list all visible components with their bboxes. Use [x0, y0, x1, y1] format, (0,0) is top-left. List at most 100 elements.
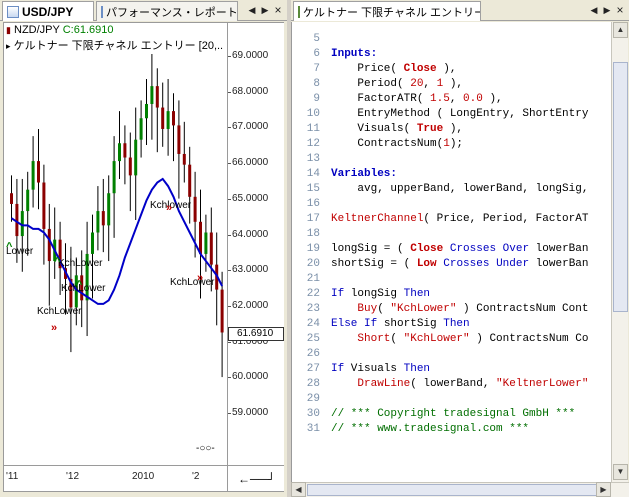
horizontal-scrollbar[interactable]: ◀ ▶: [291, 482, 629, 497]
x-tick-label: '2: [192, 471, 200, 482]
vertical-scrollbar[interactable]: ▲ ▼: [611, 22, 628, 482]
code-line[interactable]: // *** www.tradesignal.com ***: [331, 423, 529, 435]
scroll-down-icon[interactable]: ▼: [613, 464, 628, 480]
tab-close-icon[interactable]: ×: [272, 3, 284, 17]
price-chart[interactable]: Lower KchLower KchLower Kchlower KchLower Kch…: [3, 22, 228, 466]
candle-body: [47, 228, 51, 262]
signal-label: KchLower: [37, 306, 82, 317]
scroll-left-icon[interactable]: ◀: [291, 482, 306, 497]
candle-body: [155, 86, 159, 108]
candle-body: [209, 232, 213, 265]
code-line[interactable]: Price( Close ),: [331, 63, 456, 75]
line-number: 17: [306, 213, 320, 225]
candle-body: [193, 196, 197, 222]
code-line[interactable]: EntryMethod ( LongEntry, ShortEntry: [331, 108, 588, 120]
code-line[interactable]: KeltnerChannel( Price, Period, FactorAT: [331, 213, 588, 225]
symbol-label: NZD/JPY: [14, 24, 60, 36]
y-tick-mark: [228, 341, 231, 343]
y-tick-label: 60.0000: [232, 371, 269, 383]
candle-body: [10, 193, 13, 204]
scroll-right-icon[interactable]: ▶: [596, 482, 611, 497]
editor-pane: ケルトナー 下限チャネル エントリー ◀ ▶ × 5 6 7 8 9 10 11 12 13 14…: [291, 0, 629, 497]
code-line[interactable]: If longSig Then: [331, 288, 430, 300]
tab-prev-icon[interactable]: ◀: [246, 3, 258, 17]
tab-usdjpy[interactable]: USD/JPY: [2, 1, 94, 21]
code-line[interactable]: ContractsNum(1);: [331, 138, 463, 150]
scroll-up-icon[interactable]: ▲: [613, 22, 628, 38]
candle-body: [91, 232, 94, 254]
line-number: 6: [313, 48, 320, 60]
scroll-end-marker[interactable]: -○○-: [196, 443, 215, 454]
tab-keltner-editor[interactable]: ケルトナー 下限チャネル エントリー: [293, 1, 481, 21]
code-editor[interactable]: 5 6 7 8 9 10 11 12 13 14 15 16 17 18 19 20 21 22 23 24 25 26 2…: [291, 22, 611, 482]
code-line[interactable]: FactorATR( 1.5, 0.0 ),: [331, 93, 502, 105]
y-tick-label: 62.0000: [232, 299, 269, 311]
tab-keltner-editor-label: ケルトナー 下限チャネル エントリー: [303, 6, 481, 19]
line-number: 27: [306, 363, 320, 375]
code-line[interactable]: shortSig = ( Low Crosses Under lowerBan: [331, 258, 589, 270]
y-tick-label: 65.0000: [232, 192, 269, 204]
line-number: 20: [306, 258, 320, 270]
last-price-tag: 61.6910: [228, 327, 284, 341]
scale-arrows-icon[interactable]: ←──┘: [238, 472, 276, 486]
y-tick-mark: [228, 234, 231, 236]
editor-tab-next-icon[interactable]: ▶: [601, 3, 613, 17]
line-number: 21: [306, 273, 320, 285]
line-number: 18: [306, 228, 320, 240]
script-icon: [298, 5, 300, 18]
candle-body: [139, 118, 143, 140]
price-axis[interactable]: 69.0000 68.0000 67.0000 66.0000 65.0000 64.00…: [228, 22, 284, 466]
code-line[interactable]: Inputs:: [331, 48, 377, 60]
y-tick-mark: [228, 163, 231, 165]
candle-body: [134, 139, 138, 176]
candle-body: [123, 143, 127, 158]
time-axis[interactable]: '11 '12 2010 '2: [3, 466, 228, 492]
time-axis-corner: ←──┘: [228, 466, 284, 492]
x-tick-label: '12: [66, 471, 80, 482]
y-tick-mark: [228, 127, 231, 129]
candle-body: [177, 125, 181, 154]
candle-body: [199, 221, 202, 254]
candle-body: [96, 211, 100, 233]
tab-next-icon[interactable]: ▶: [259, 3, 271, 17]
code-line[interactable]: Variables:: [331, 168, 397, 180]
tab-performance-report[interactable]: パフォーマンス・レポート［: [96, 1, 238, 21]
hscroll-thumb[interactable]: [307, 484, 597, 496]
editor-tab-close-icon[interactable]: ×: [614, 3, 626, 17]
line-number: 30: [306, 408, 320, 420]
code-line[interactable]: avg, upperBand, lowerBand, longSig,: [331, 183, 588, 195]
y-tick-label: 68.0000: [232, 85, 269, 97]
line-number-gutter: 5 6 7 8 9 10 11 12 13 14 15 16 17 18 19 20 21 22 23 24 25 26 2…: [292, 22, 324, 482]
code-line[interactable]: Else If shortSig Then: [331, 318, 470, 330]
candle-body: [101, 211, 105, 226]
line-number: 8: [313, 78, 320, 90]
code-line[interactable]: Visuals( True ),: [331, 123, 463, 135]
signal-marker: »: [51, 322, 57, 334]
scroll-thumb[interactable]: [613, 62, 628, 312]
chart-legend-arrow-icon: ▮: [6, 25, 11, 35]
candle-body: [26, 189, 30, 212]
code-line[interactable]: DrawLine( lowerBand, "KeltnerLower": [331, 378, 588, 390]
line-number: 22: [306, 288, 320, 300]
tab-usdjpy-label: USD/JPY: [22, 4, 74, 19]
code-line[interactable]: longSig = ( Close Crosses Over lowerBan: [331, 243, 589, 255]
code-line[interactable]: If Visuals Then: [331, 363, 430, 375]
candle-body: [118, 143, 121, 162]
code-line[interactable]: // *** Copyright tradesignal GmbH ***: [331, 408, 575, 420]
y-tick-mark: [228, 377, 231, 379]
line-number: 29: [306, 393, 320, 405]
code-line[interactable]: Buy( "KchLower" ) ContractsNum Cont: [331, 303, 588, 315]
editor-tab-prev-icon[interactable]: ◀: [588, 3, 600, 17]
candle-body: [182, 153, 186, 165]
close-label: C:61.6910: [62, 24, 114, 36]
y-tick-label: 67.0000: [232, 121, 269, 133]
code-line[interactable]: Period( 20, 1 ),: [331, 78, 463, 90]
signal-label: KchLower: [170, 277, 215, 288]
indicator-label: ケルトナー 下限チャネル エントリー [20,...: [13, 40, 224, 52]
code-line[interactable]: Short( "KchLower" ) ContractsNum Co: [331, 333, 588, 345]
candle-body: [112, 161, 116, 194]
y-tick-label: 66.0000: [232, 157, 269, 169]
candle-body: [172, 111, 175, 126]
chart-canvas: LowerKchLowerKchLowerKchlowerKchLowerKch…: [6, 54, 224, 454]
y-tick-label: 64.0000: [232, 228, 269, 240]
